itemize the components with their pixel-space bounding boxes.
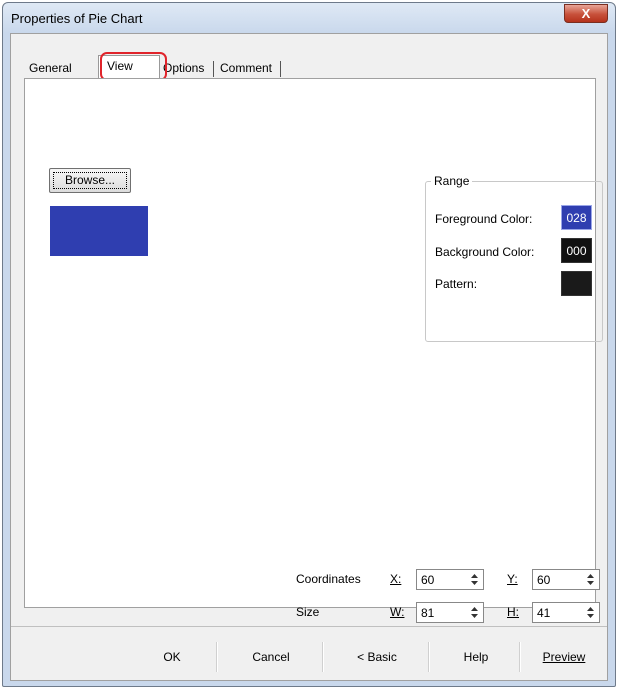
tab-separator — [213, 61, 214, 77]
tab-separator — [280, 61, 281, 77]
basic-button[interactable]: < Basic — [327, 644, 427, 672]
button-bar-separator — [11, 626, 607, 627]
button-separator — [216, 642, 218, 672]
background-color-label: Background Color: — [435, 245, 535, 259]
w-label: W: — [390, 605, 405, 619]
w-value: 81 — [421, 606, 435, 620]
h-label: H: — [507, 605, 519, 619]
window-title: Properties of Pie Chart — [11, 11, 143, 26]
browse-button[interactable]: Browse... — [49, 168, 131, 193]
button-separator — [519, 642, 521, 672]
width-spinner[interactable]: 81 — [416, 602, 484, 623]
help-button[interactable]: Help — [433, 644, 519, 672]
y-label: Y: — [507, 572, 518, 586]
button-separator — [322, 642, 324, 672]
properties-dialog: Properties of Pie Chart X General View O… — [2, 2, 616, 687]
preview-button[interactable]: Preview — [524, 644, 604, 672]
coordinates-label: Coordinates — [296, 572, 361, 586]
tab-general[interactable]: General — [24, 59, 77, 77]
y-coordinate-spinner[interactable]: 60 — [532, 569, 600, 590]
spinner-arrows-icon[interactable] — [584, 605, 597, 620]
pattern-label: Pattern: — [435, 277, 478, 291]
close-button[interactable]: X — [564, 4, 608, 23]
cancel-button[interactable]: Cancel — [221, 644, 321, 672]
height-spinner[interactable]: 41 — [532, 602, 600, 623]
pattern-button[interactable] — [561, 271, 592, 296]
title-bar: Properties of Pie Chart X — [3, 3, 615, 33]
foreground-color-label: Foreground Color: — [435, 212, 533, 226]
background-color-button[interactable]: 000 — [561, 238, 592, 263]
view-tab-page: Browse... Range Foreground Color: 028 Ba… — [24, 78, 603, 623]
spinner-arrows-icon[interactable] — [584, 572, 597, 587]
button-separator — [428, 642, 430, 672]
shape-preview — [50, 206, 148, 256]
x-coordinate-spinner[interactable]: 60 — [416, 569, 484, 590]
spinner-arrows-icon[interactable] — [468, 572, 481, 587]
ok-button[interactable]: OK — [129, 644, 215, 672]
foreground-color-button[interactable]: 028 — [561, 205, 592, 230]
spinner-arrows-icon[interactable] — [468, 605, 481, 620]
view-tab-highlight — [100, 52, 167, 81]
h-value: 41 — [537, 606, 551, 620]
browse-button-label: Browse... — [64, 173, 115, 187]
size-label: Size — [296, 605, 320, 619]
x-label: X: — [390, 572, 402, 586]
x-value: 60 — [421, 573, 435, 587]
tab-comment[interactable]: Comment — [215, 59, 277, 77]
y-value: 60 — [537, 573, 551, 587]
dialog-client-area: General View Options Comment Browse... R… — [10, 33, 608, 681]
range-group-title: Range — [431, 174, 473, 188]
